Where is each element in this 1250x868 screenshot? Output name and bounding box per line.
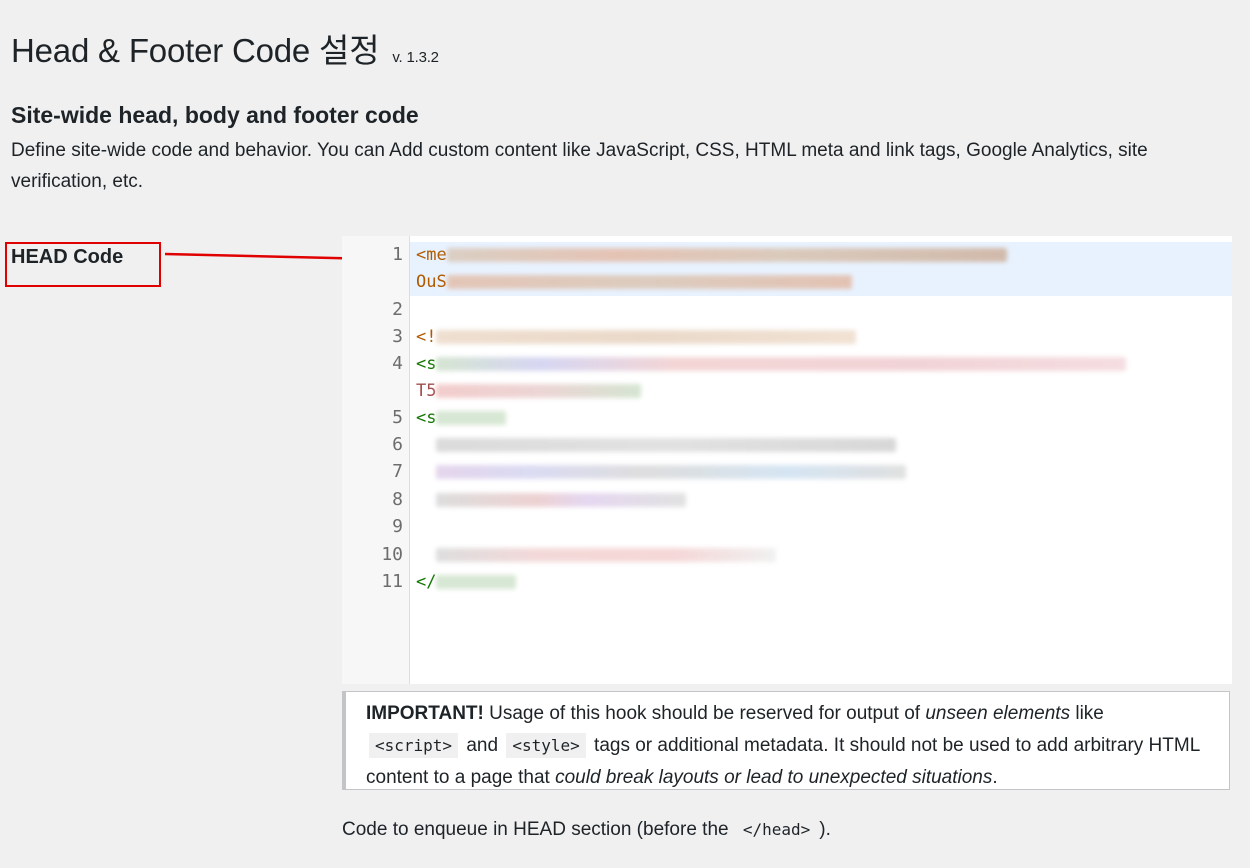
important-notice: IMPORTANT! Usage of this hook should be … (342, 691, 1230, 790)
line-number: 6 (392, 434, 403, 455)
code-line: OuS (416, 269, 852, 295)
notice-emphasis: unseen elements (925, 703, 1071, 724)
blurred-code (436, 438, 896, 452)
code-fragment: <s (416, 354, 437, 374)
blurred-code (436, 548, 776, 562)
code-fragment: </ (416, 572, 437, 592)
line-number: 3 (392, 326, 403, 347)
blurred-code (436, 384, 642, 398)
blurred-code (436, 465, 906, 479)
code-line: <me (416, 242, 1007, 268)
code-line (416, 542, 776, 568)
code-line: </ (416, 569, 517, 595)
code-line (416, 487, 686, 513)
code-fragment: <s (416, 408, 437, 428)
line-number: 11 (381, 571, 403, 592)
blurred-code (436, 411, 507, 425)
line-number-gutter: 1 2 3 4 5 6 7 8 9 10 11 (342, 236, 410, 684)
version-label: v. 1.3.2 (392, 49, 439, 67)
head-code-editor[interactable]: 1 2 3 4 5 6 7 8 9 10 11 <me OuS <! <s T5… (342, 236, 1232, 684)
notice-text: and (461, 735, 504, 756)
footnote-text: Code to enqueue in HEAD section (before … (342, 819, 734, 840)
line-number: 2 (392, 299, 403, 320)
code-line: <! (416, 324, 857, 350)
blurred-code (436, 330, 857, 344)
code-fragment: <me (416, 245, 447, 265)
blurred-code (436, 357, 1127, 371)
notice-text: Usage of this hook should be reserved fo… (483, 703, 926, 724)
style-tag-code: <style> (506, 733, 586, 758)
code-line (416, 459, 906, 485)
head-tag-code: </head> (736, 817, 817, 842)
line-number: 5 (392, 407, 403, 428)
script-tag-code: <script> (369, 733, 459, 758)
footnote-text: ). (819, 819, 831, 840)
head-code-description: Code to enqueue in HEAD section (before … (342, 815, 831, 845)
line-number: 10 (381, 544, 403, 565)
code-line: <s (416, 405, 507, 431)
line-number: 7 (392, 461, 403, 482)
section-description: Define site-wide code and behavior. You … (11, 140, 1148, 192)
code-line: T5 (416, 378, 642, 404)
code-line: <s (416, 351, 1127, 377)
section-title: Site-wide head, body and footer code (11, 102, 419, 129)
notice-strong: IMPORTANT! (366, 703, 484, 724)
line-number: 4 (392, 353, 403, 374)
code-line (416, 432, 896, 458)
page-title: Head & Footer Code 설정 v. 1.3.2 (11, 24, 439, 72)
annotation-highlight-box (5, 242, 161, 287)
blurred-code (436, 575, 517, 589)
notice-text: . (992, 767, 998, 788)
page-title-text: Head & Footer Code 설정 (11, 32, 380, 70)
code-fragment: T5 (416, 381, 437, 401)
code-fragment: <! (416, 327, 437, 347)
notice-text: like (1070, 703, 1104, 724)
blurred-code (446, 275, 852, 289)
notice-emphasis: could break layouts or lead to unexpecte… (555, 767, 993, 788)
code-fragment: OuS (416, 272, 447, 292)
line-number: 8 (392, 489, 403, 510)
blurred-code (436, 493, 686, 507)
blurred-code (446, 248, 1007, 262)
line-number: 9 (392, 516, 403, 537)
line-number: 1 (392, 244, 403, 265)
